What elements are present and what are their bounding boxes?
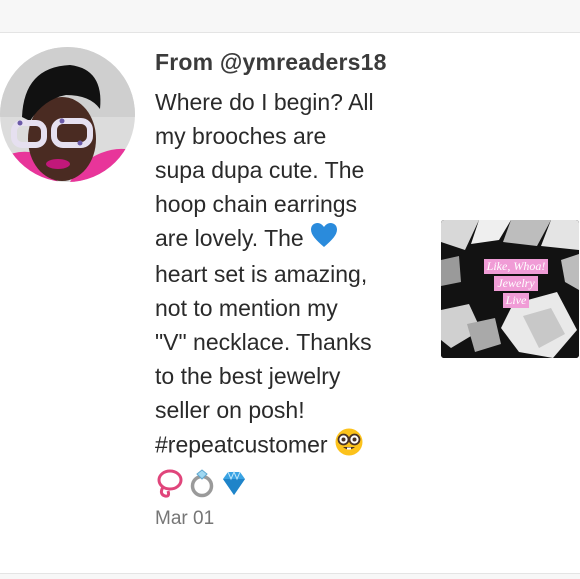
blue-heart-icon: [310, 222, 338, 257]
thumbnail-caption: Like, Whoa! Jewelry Live: [464, 258, 568, 309]
review-line-with-heart: are lovely. The: [155, 221, 417, 257]
review-text: Where do I begin? All my brooches are su…: [155, 85, 417, 466]
listing-thumbnail[interactable]: Like, Whoa! Jewelry Live: [441, 220, 579, 358]
author-label[interactable]: From @ymreaders18: [155, 47, 417, 77]
comment-date: Mar 01: [155, 508, 215, 530]
review-line: hoop chain earrings: [155, 191, 358, 217]
review-line: heart set is amazing,: [155, 261, 368, 288]
review-line: seller on posh!: [155, 397, 305, 424]
caption-line: Jewelry: [494, 276, 538, 291]
nerd-face-icon: [334, 427, 364, 466]
ring-icon: [187, 468, 217, 503]
review-content: From @ymreaders18 Where do I begin? All …: [155, 47, 417, 530]
review-line: supa dupa cute. The: [155, 157, 365, 183]
gem-icon: [219, 468, 249, 503]
review-line: "V" necklace. Thanks: [155, 329, 372, 356]
review-line-with-emoji: #repeatcustomer: [155, 427, 417, 466]
emoji-row: [155, 468, 417, 502]
review-card: From @ymreaders18 Where do I begin? All …: [0, 32, 580, 574]
lasso-icon: [155, 468, 185, 503]
caption-line: Like, Whoa!: [483, 259, 549, 274]
caption-line: Live: [502, 293, 530, 308]
review-line: my brooches are: [155, 123, 327, 149]
review-line: #repeatcustomer: [155, 432, 328, 458]
avatar[interactable]: [0, 47, 135, 182]
review-line: Where do I begin? All: [155, 89, 374, 115]
review-line: to the best jewelry: [155, 363, 341, 390]
review-line: not to mention my: [155, 295, 338, 322]
review-line: are lovely. The: [155, 225, 304, 251]
